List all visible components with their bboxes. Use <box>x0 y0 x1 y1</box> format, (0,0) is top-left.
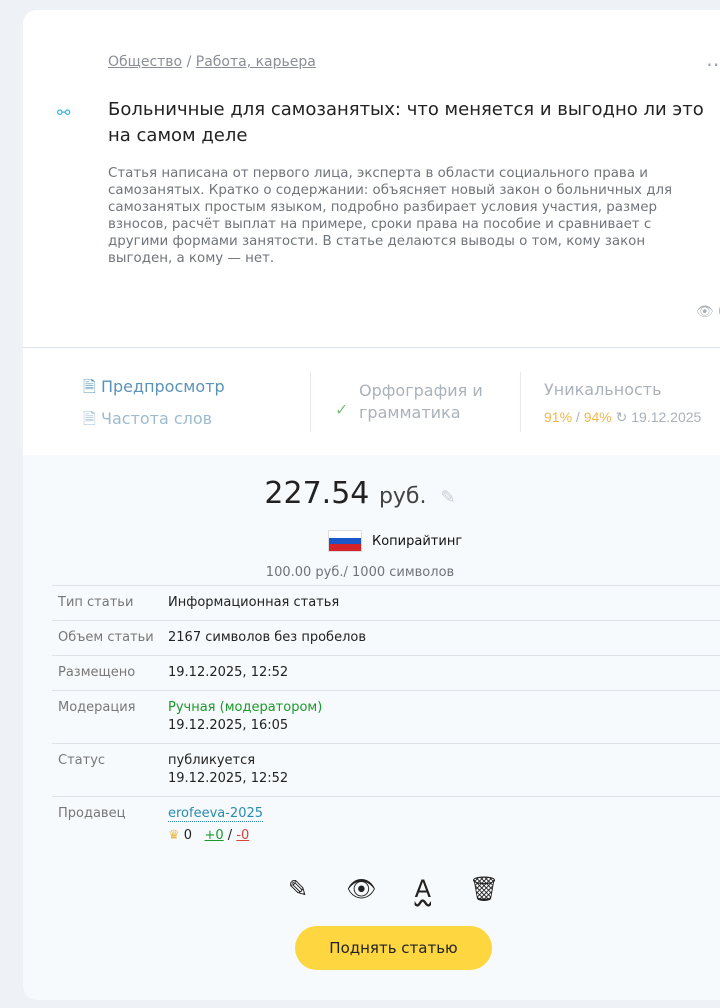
crown-count: 0 <box>183 828 193 843</box>
uniqueness-2: 94% <box>583 409 612 425</box>
row-value: Информационная статья <box>162 585 720 621</box>
row-label: Статус <box>52 743 162 797</box>
edit-icon[interactable]: ✎ <box>288 875 308 903</box>
row-label: Размещено <box>52 655 162 691</box>
view-icon[interactable]: 👁 <box>346 875 376 903</box>
row-value: 2167 символов без пробелов <box>162 620 720 656</box>
edit-price-icon[interactable]: ✎ <box>440 487 455 508</box>
article-description: Статья написана от первого лица, эксперт… <box>108 166 673 266</box>
raise-article-button[interactable]: Поднять статью <box>295 926 492 970</box>
table-row: Статус публикуется 19.12.2025, 12:52 <box>52 743 720 797</box>
price-currency: руб. <box>378 484 427 509</box>
breadcrumb-category[interactable]: Общество <box>108 54 182 70</box>
word-frequency-label: Частота слов <box>100 409 213 428</box>
document-search-icon: 🗎 <box>83 377 96 396</box>
separator <box>310 372 311 432</box>
uniqueness-values: 91% / 94% ↻ 19.12.2025 <box>544 409 702 425</box>
category: Копирайтинг <box>328 530 462 552</box>
row-label: Продавец <box>52 796 162 853</box>
moderation-date: 19.12.2025, 16:05 <box>168 718 289 733</box>
spelling-check[interactable]: Орфография и грамматика <box>359 380 509 424</box>
category-label: Копирайтинг <box>372 533 463 549</box>
table-row: Объем статьи 2167 символов без пробелов <box>52 620 720 656</box>
moderation-type: Ручная (модератором) <box>168 700 323 715</box>
table-row: Тип статьи Информационная статья <box>52 585 720 621</box>
tools-panel: 🗎 Предпросмотр 🗎 Частота слов ✓ Орфограф… <box>23 370 720 440</box>
table-row: Размещено 19.12.2025, 12:52 <box>52 655 720 691</box>
price-amount: 227.54 <box>264 476 370 511</box>
preview-label: Предпросмотр <box>100 377 225 396</box>
status-value: публикуется <box>168 753 256 768</box>
uniqueness-label: Уникальность <box>544 380 662 399</box>
details-table: Тип статьи Информационная статья Объем ст… <box>52 585 720 853</box>
seller-link[interactable]: erofeeva-2025 <box>168 806 264 822</box>
status-date: 19.12.2025, 12:52 <box>168 771 289 786</box>
refresh-icon[interactable]: ↻ <box>616 409 628 425</box>
article-header: Общество / Работа, карьера ⋯ ⚯ Больничны… <box>23 10 720 455</box>
negative-reviews-link[interactable]: -0 <box>236 828 249 843</box>
link-icon[interactable]: ⚯ <box>57 103 70 122</box>
breadcrumb: Общество / Работа, карьера <box>108 54 316 70</box>
article-title: Больничные для самозанятых: что меняется… <box>108 99 704 146</box>
uniqueness-date: 19.12.2025 <box>631 409 702 425</box>
row-label: Модерация <box>52 690 162 744</box>
divider <box>23 347 720 348</box>
check-icon: ✓ <box>335 400 349 419</box>
price: 227.54 руб. ✎ <box>23 476 720 511</box>
article-card: Общество / Работа, карьера ⋯ ⚯ Больничны… <box>23 10 720 1000</box>
crown-icon: ♛ <box>168 828 180 843</box>
breadcrumb-separator: / <box>186 54 192 70</box>
views-count: 👁 0 <box>696 304 720 320</box>
russia-flag-icon <box>328 530 362 552</box>
eye-icon: 👁 <box>695 304 714 320</box>
word-frequency-link[interactable]: 🗎 Частота слов <box>83 408 212 435</box>
table-row: Модерация Ручная (модератором) 19.12.2025,… <box>52 690 720 744</box>
uniqueness-1: 91% <box>544 409 573 425</box>
document-icon: 🗎 <box>83 409 96 428</box>
row-label: Объем статьи <box>52 620 162 656</box>
row-value: 19.12.2025, 12:52 <box>162 655 720 691</box>
table-row: Продавец erofeeva-2025 ♛ 0 +0 / -0 <box>52 796 720 853</box>
positive-reviews-link[interactable]: +0 <box>204 828 223 843</box>
breadcrumb-subcategory[interactable]: Работа, карьера <box>196 54 316 70</box>
separator <box>520 372 521 432</box>
preview-link[interactable]: 🗎 Предпросмотр <box>83 376 225 403</box>
action-icons: ✎ 👁 A 🗑 <box>288 875 499 903</box>
more-menu-icon[interactable]: ⋯ <box>706 52 720 76</box>
price-rate: 100.00 руб./ 1000 символов <box>265 565 455 580</box>
trash-icon[interactable]: 🗑 <box>469 875 499 903</box>
spellcheck-icon[interactable]: A <box>415 875 431 903</box>
row-label: Тип статьи <box>52 585 162 621</box>
